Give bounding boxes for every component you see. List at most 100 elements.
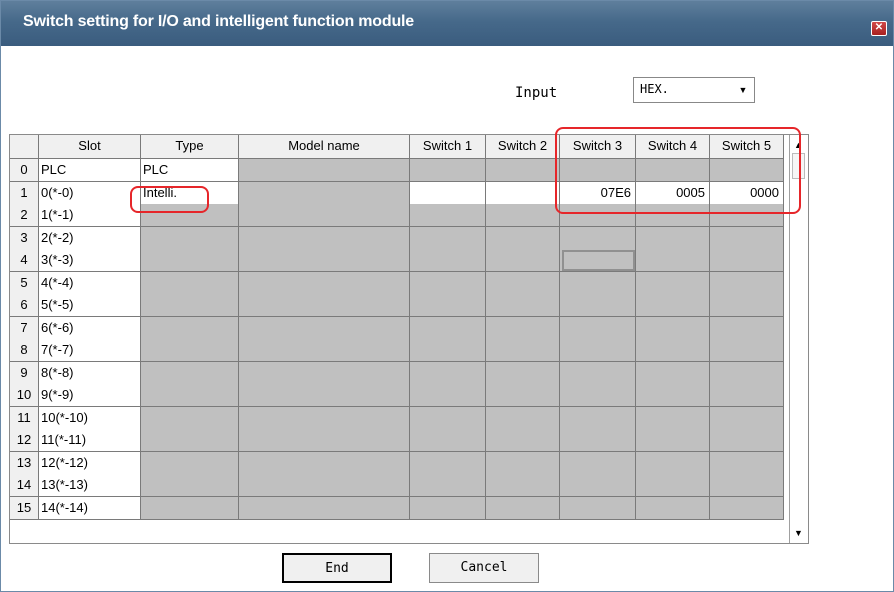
grid-cell[interactable] [141, 451, 239, 475]
type-cell[interactable]: PLC [141, 159, 239, 182]
grid-cell[interactable] [486, 496, 560, 520]
grid-cell[interactable] [710, 429, 784, 452]
model-name-cell[interactable] [239, 181, 410, 205]
grid-cell[interactable] [239, 406, 410, 430]
grid-cell[interactable] [486, 384, 560, 407]
grid-cell[interactable] [239, 159, 410, 182]
grid-cell[interactable] [636, 204, 710, 227]
grid-cell[interactable] [239, 339, 410, 362]
grid-cell[interactable] [560, 271, 636, 295]
grid-cell[interactable] [636, 384, 710, 407]
grid-cell[interactable] [560, 474, 636, 497]
grid-cell[interactable] [560, 226, 636, 250]
grid-cell[interactable] [141, 339, 239, 362]
grid-cell[interactable] [410, 271, 486, 295]
switch-value-cell[interactable] [410, 181, 486, 205]
grid-cell[interactable] [560, 451, 636, 475]
grid-cell[interactable] [486, 294, 560, 317]
grid-cell[interactable] [239, 496, 410, 520]
grid-cell[interactable] [141, 271, 239, 295]
grid-cell[interactable] [239, 474, 410, 497]
chevron-down-icon[interactable]: ▼ [735, 82, 751, 98]
grid-cell[interactable] [141, 406, 239, 430]
grid-cell[interactable] [560, 204, 636, 227]
vertical-scrollbar[interactable]: ▲ ▼ [789, 135, 808, 543]
grid-cell[interactable] [239, 294, 410, 317]
grid-cell[interactable] [636, 361, 710, 385]
grid-cell[interactable] [239, 451, 410, 475]
grid-cell[interactable] [486, 361, 560, 385]
grid-cell[interactable] [636, 226, 710, 250]
grid-cell[interactable] [486, 406, 560, 430]
grid-cell[interactable] [410, 496, 486, 520]
grid-cell[interactable] [560, 406, 636, 430]
grid-cell[interactable] [710, 271, 784, 295]
grid-cell[interactable] [486, 204, 560, 227]
grid-cell[interactable] [710, 249, 784, 272]
grid-cell[interactable] [636, 474, 710, 497]
grid-cell[interactable] [141, 496, 239, 520]
grid-cell[interactable] [239, 429, 410, 452]
title-bar[interactable]: Switch setting for I/O and intelligent f… [1, 1, 893, 46]
grid-cell[interactable] [486, 271, 560, 295]
grid-cell[interactable] [410, 249, 486, 272]
grid-cell[interactable] [486, 316, 560, 340]
grid-cell[interactable] [560, 316, 636, 340]
grid-cell[interactable] [560, 159, 636, 182]
grid-cell[interactable] [486, 451, 560, 475]
grid-cell[interactable] [141, 429, 239, 452]
grid-cell[interactable] [710, 474, 784, 497]
grid-cell[interactable] [239, 384, 410, 407]
grid-cell[interactable] [239, 361, 410, 385]
end-button[interactable]: End [282, 553, 392, 583]
grid-cell[interactable] [636, 249, 710, 272]
switch-value-cell[interactable]: 0000 [710, 181, 784, 205]
grid-cell[interactable] [486, 339, 560, 362]
grid-cell[interactable] [710, 384, 784, 407]
grid-cell[interactable] [239, 316, 410, 340]
grid-cell[interactable] [710, 294, 784, 317]
grid-cell[interactable] [636, 339, 710, 362]
grid-cell[interactable] [710, 361, 784, 385]
grid-cell[interactable] [710, 226, 784, 250]
cancel-button[interactable]: Cancel [429, 553, 539, 583]
grid-cell[interactable] [141, 204, 239, 227]
grid-cell[interactable] [239, 271, 410, 295]
grid-cell[interactable] [710, 339, 784, 362]
grid-cell[interactable] [410, 406, 486, 430]
grid-cell[interactable] [141, 249, 239, 272]
grid-cell[interactable] [141, 474, 239, 497]
grid-cell[interactable] [560, 429, 636, 452]
grid-cell[interactable] [636, 159, 710, 182]
grid-cell[interactable] [560, 294, 636, 317]
grid-cell[interactable] [239, 204, 410, 227]
grid-cell[interactable] [410, 429, 486, 452]
grid-cell[interactable] [141, 294, 239, 317]
grid-cell[interactable] [410, 339, 486, 362]
arrow-up-icon[interactable]: ▲ [790, 137, 807, 153]
grid-cell[interactable] [410, 316, 486, 340]
grid-cell[interactable] [141, 384, 239, 407]
grid-cell[interactable] [486, 226, 560, 250]
grid-cell[interactable] [710, 204, 784, 227]
grid-cell[interactable] [486, 159, 560, 182]
grid-cell[interactable] [410, 451, 486, 475]
grid-cell[interactable] [141, 316, 239, 340]
grid-cell[interactable] [560, 496, 636, 520]
switch-value-cell[interactable]: 0005 [636, 181, 710, 205]
grid-cell[interactable] [636, 406, 710, 430]
grid-cell[interactable] [710, 406, 784, 430]
scrollbar-thumb[interactable] [792, 153, 805, 179]
input-format-select[interactable]: HEX. ▼ [633, 77, 755, 103]
grid-cell[interactable] [710, 159, 784, 182]
grid-cell[interactable] [636, 451, 710, 475]
grid-cell[interactable] [560, 339, 636, 362]
grid-cell[interactable] [410, 294, 486, 317]
close-icon[interactable]: ✕ [871, 21, 887, 36]
grid-cell[interactable] [410, 159, 486, 182]
grid-cell[interactable] [486, 429, 560, 452]
grid-cell[interactable] [560, 384, 636, 407]
grid-cell[interactable] [560, 361, 636, 385]
grid-cell[interactable] [239, 226, 410, 250]
grid-cell[interactable] [410, 204, 486, 227]
